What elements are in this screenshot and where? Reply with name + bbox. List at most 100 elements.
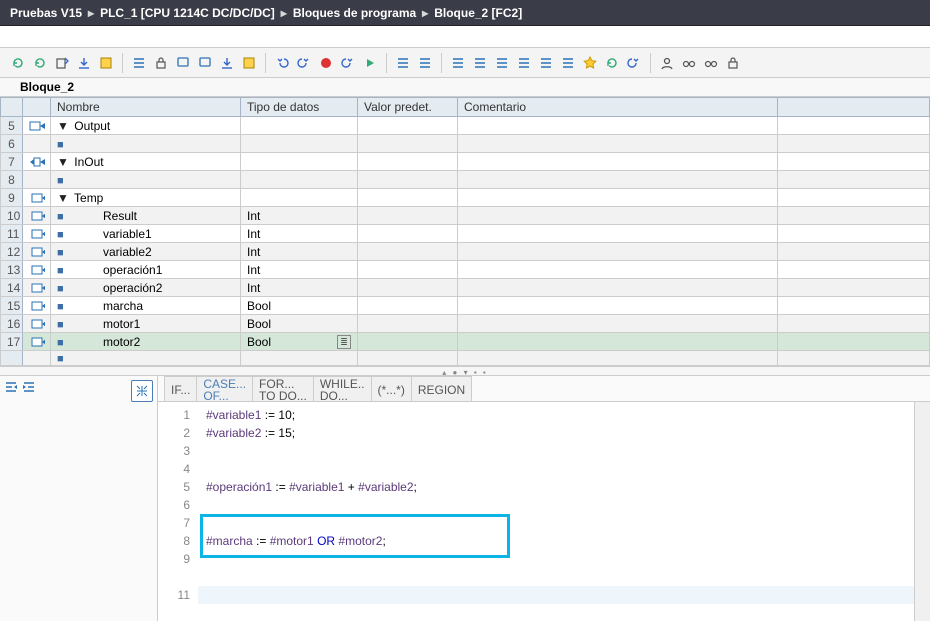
code-column[interactable]: #variable1 := 10;#variable2 := 15; #opera… (198, 402, 914, 621)
table-row[interactable]: 5 ▼ Output (1, 117, 930, 135)
toolbar-indent-icon[interactable] (393, 53, 413, 73)
datatype-cell[interactable] (241, 189, 358, 207)
table-row[interactable]: 7 ▼ InOut (1, 153, 930, 171)
snippet-tab[interactable]: FOR...TO DO... (252, 376, 314, 401)
toolbar-brace-icon[interactable] (492, 53, 512, 73)
toolbar-msg-icon[interactable] (195, 53, 215, 73)
datatype-cell[interactable]: Int (241, 225, 358, 243)
datatype-cell[interactable]: Int (241, 243, 358, 261)
snippet-tab[interactable]: (*...*) (371, 376, 412, 401)
default-cell[interactable] (358, 153, 458, 171)
table-row[interactable]: 8 ■ (1, 171, 930, 189)
toolbar-refresh-icon[interactable] (8, 53, 28, 73)
table-row[interactable]: 6 ■ (1, 135, 930, 153)
default-cell[interactable] (358, 135, 458, 153)
table-row[interactable]: 12 ■ variable2 Int (1, 243, 930, 261)
toolbar-redo2-icon[interactable] (338, 53, 358, 73)
comment-cell[interactable] (458, 117, 778, 135)
toolbar-export-icon[interactable] (52, 53, 72, 73)
variable-name[interactable]: operación2 (67, 281, 162, 295)
default-cell[interactable] (358, 225, 458, 243)
toolbar-redo3-icon[interactable] (624, 53, 644, 73)
snippet-tab[interactable]: WHILE..DO... (313, 376, 372, 401)
code-line[interactable] (198, 514, 914, 532)
horizontal-splitter[interactable]: ▴ ● ▾ ▪ ▪ (0, 366, 930, 376)
default-cell[interactable] (358, 261, 458, 279)
outdent-icon[interactable] (4, 380, 18, 617)
toolbar-eye-icon[interactable] (701, 53, 721, 73)
breadcrumb-item[interactable]: Pruebas V15 (10, 6, 82, 20)
toolbar-list-icon[interactable] (129, 53, 149, 73)
chevron-down-icon[interactable]: ▼ (57, 119, 71, 133)
chevron-down-icon[interactable]: ▼ (57, 191, 71, 205)
toolbar-user-icon[interactable] (657, 53, 677, 73)
code-line[interactable] (198, 460, 914, 478)
table-row[interactable]: 9 ▼ Temp (1, 189, 930, 207)
toolbar-download2-icon[interactable] (217, 53, 237, 73)
datatype-cell[interactable] (241, 135, 358, 153)
snippet-tab[interactable]: REGION (411, 376, 472, 401)
toolbar-block-icon[interactable] (151, 53, 171, 73)
toolbar-lock-icon[interactable] (723, 53, 743, 73)
variable-name[interactable]: marcha (67, 299, 143, 313)
table-row[interactable]: 15 ■ marcha Bool (1, 297, 930, 315)
comment-cell[interactable] (458, 315, 778, 333)
datatype-cell[interactable]: Bool (241, 297, 358, 315)
snippet-tab[interactable]: CASE...OF... (196, 376, 253, 401)
indent-icon[interactable] (22, 380, 36, 617)
code-line[interactable] (198, 442, 914, 460)
scl-editor[interactable]: 12345678911 #variable1 := 10;#variable2 … (158, 402, 930, 621)
datatype-cell[interactable]: Bool (241, 315, 358, 333)
default-cell[interactable] (358, 279, 458, 297)
toolbar-sortasc-icon[interactable] (536, 53, 556, 73)
table-row[interactable]: ■ (1, 351, 930, 366)
datatype-cell[interactable]: Bool≣ (241, 333, 358, 351)
table-row[interactable]: 13 ■ operación1 Int (1, 261, 930, 279)
default-cell[interactable] (358, 351, 458, 366)
code-line[interactable]: #variable1 := 10; (198, 406, 914, 424)
toolbar-save-icon[interactable] (96, 53, 116, 73)
variable-name[interactable]: Result (67, 209, 137, 223)
code-line[interactable]: #variable2 := 15; (198, 424, 914, 442)
add-placeholder[interactable] (64, 173, 100, 187)
toolbar-format-icon[interactable] (415, 53, 435, 73)
breadcrumb-item[interactable]: Bloques de programa (293, 6, 416, 20)
default-cell[interactable] (358, 117, 458, 135)
toolbar-refresh2-icon[interactable] (30, 53, 50, 73)
code-line[interactable] (198, 568, 914, 586)
comment-cell[interactable] (458, 333, 778, 351)
comment-cell[interactable] (458, 243, 778, 261)
code-line[interactable] (198, 586, 914, 604)
comment-cell[interactable] (458, 135, 778, 153)
toolbar-refresh3-icon[interactable] (602, 53, 622, 73)
table-row[interactable]: 10 ■ Result Int (1, 207, 930, 225)
default-cell[interactable] (358, 315, 458, 333)
variable-name[interactable]: motor2 (67, 335, 140, 349)
vertical-scrollbar[interactable] (914, 402, 930, 621)
code-line[interactable]: #operación1 := #variable1 + #variable2; (198, 478, 914, 496)
add-placeholder[interactable] (64, 137, 100, 151)
datatype-cell[interactable] (241, 117, 358, 135)
column-header-name[interactable]: Nombre (51, 98, 241, 117)
comment-cell[interactable] (458, 189, 778, 207)
dropdown-icon[interactable]: ≣ (337, 335, 351, 349)
datatype-cell[interactable] (241, 171, 358, 189)
toolbar-download-icon[interactable] (74, 53, 94, 73)
comment-cell[interactable] (458, 171, 778, 189)
comment-cell[interactable] (458, 351, 778, 366)
toolbar-bookmark-icon[interactable] (239, 53, 259, 73)
toolbar-stop-icon[interactable] (316, 53, 336, 73)
default-cell[interactable] (358, 243, 458, 261)
toolbar-tree-icon[interactable] (514, 53, 534, 73)
breadcrumb-item[interactable]: Bloque_2 [FC2] (434, 6, 522, 20)
comment-cell[interactable] (458, 279, 778, 297)
datatype-cell[interactable] (241, 153, 358, 171)
code-line[interactable] (198, 496, 914, 514)
variable-name[interactable]: motor1 (67, 317, 140, 331)
toolbar-undo-icon[interactable] (272, 53, 292, 73)
breadcrumb-item[interactable]: PLC_1 [CPU 1214C DC/DC/DC] (100, 6, 275, 20)
column-header-comment[interactable]: Comentario (458, 98, 778, 117)
default-cell[interactable] (358, 189, 458, 207)
chevron-down-icon[interactable]: ▼ (57, 155, 71, 169)
default-cell[interactable] (358, 333, 458, 351)
